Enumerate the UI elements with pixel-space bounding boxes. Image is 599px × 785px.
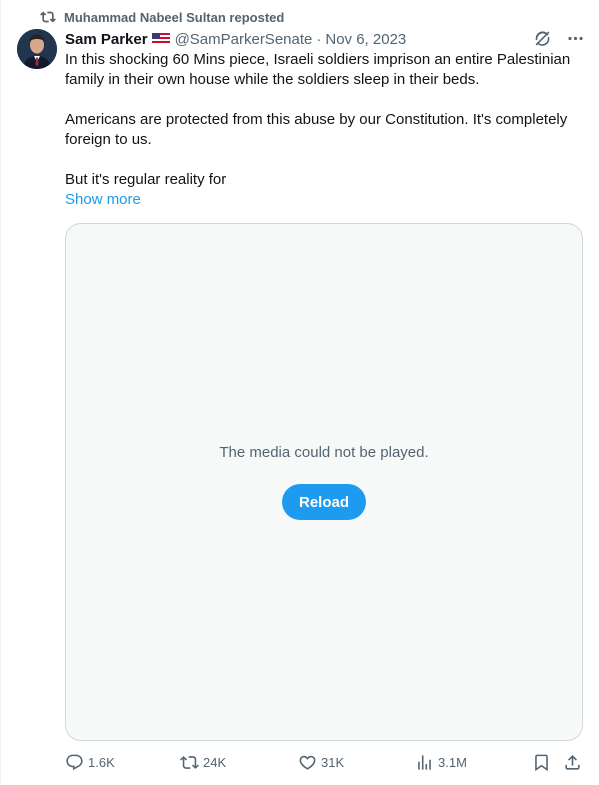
avatar[interactable] <box>17 29 57 69</box>
more-icon[interactable] <box>566 29 585 48</box>
repost-context[interactable]: Muhammad Nabeel Sultan reposted <box>40 8 284 26</box>
repost-icon <box>180 755 199 769</box>
bookmark-button[interactable] <box>532 750 551 774</box>
repost-label: Muhammad Nabeel Sultan reposted <box>64 9 285 25</box>
dot-separator: · <box>316 30 322 48</box>
header-actions <box>533 29 585 48</box>
repost-icon <box>40 11 56 23</box>
post-text: In this shocking 60 Mins piece, Israeli … <box>65 50 585 190</box>
post-paragraph-3: But it's regular reality for <box>65 171 227 188</box>
post-date[interactable]: Nov 6, 2023 <box>325 31 406 48</box>
reply-count: 1.6K <box>88 754 115 770</box>
like-button[interactable]: 31K <box>298 750 344 774</box>
repost-button[interactable]: 24K <box>180 750 226 774</box>
us-flag-icon <box>151 33 170 45</box>
grok-icon[interactable] <box>533 29 552 48</box>
post-paragraph-2: Americans are protected from this abuse … <box>65 111 572 148</box>
share-button[interactable] <box>563 750 582 774</box>
like-count: 31K <box>321 754 345 770</box>
author-handle[interactable]: @SamParkerSenate <box>175 31 313 48</box>
views-icon <box>418 754 431 770</box>
bookmark-icon <box>535 754 548 771</box>
avatar-image <box>17 29 57 69</box>
reload-button[interactable]: Reload <box>282 484 366 520</box>
post-paragraph-1: In this shocking 60 Mins piece, Israeli … <box>65 51 575 88</box>
author-name[interactable]: Sam Parker <box>65 31 148 48</box>
post-header: Sam Parker @SamParkerSenate · Nov 6, 202… <box>65 29 585 49</box>
media-container[interactable]: The media could not be played. Reload <box>65 223 583 741</box>
show-more-link[interactable]: Show more <box>65 190 141 210</box>
post-actions: 1.6K 24K 31K 3.1M <box>65 750 585 774</box>
heart-icon <box>299 755 316 770</box>
view-count: 3.1M <box>438 754 467 770</box>
reply-icon <box>66 754 83 770</box>
share-icon <box>565 754 580 770</box>
reply-button[interactable]: 1.6K <box>65 750 115 774</box>
views-button[interactable]: 3.1M <box>415 750 467 774</box>
media-error-message: The media could not be played. <box>219 444 429 461</box>
timeline-divider <box>0 0 1 785</box>
repost-count: 24K <box>203 754 227 770</box>
